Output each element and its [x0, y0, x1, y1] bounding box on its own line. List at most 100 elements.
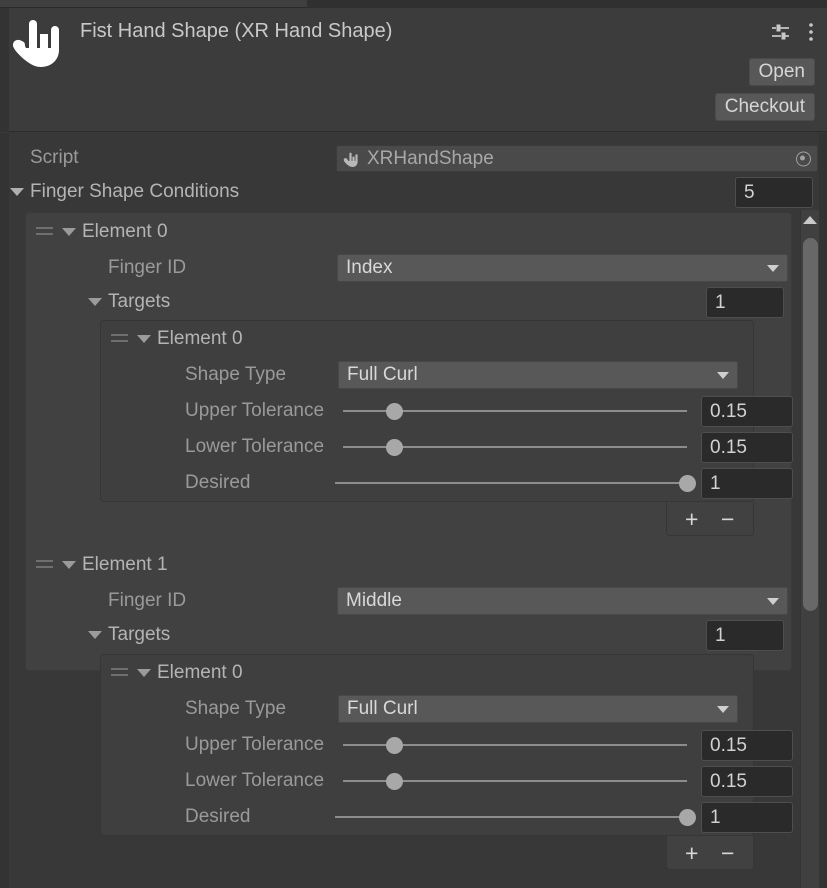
- finger-id-dropdown[interactable]: Middle: [337, 587, 788, 615]
- upper-tolerance-label: Upper Tolerance: [185, 400, 325, 421]
- targets-label: Targets: [108, 291, 171, 312]
- slider-knob[interactable]: [678, 809, 696, 826]
- finger-id-row: Finger ID Middle: [26, 584, 791, 618]
- slider-knob[interactable]: [386, 737, 404, 754]
- lower-tolerance-slider[interactable]: [343, 772, 687, 790]
- finger-id-dropdown[interactable]: Index: [337, 254, 788, 282]
- vertical-scrollbar[interactable]: [800, 210, 819, 888]
- upper-tolerance-slider[interactable]: [343, 736, 687, 754]
- scrollbar-thumb[interactable]: [803, 238, 818, 611]
- slider-knob[interactable]: [386, 439, 404, 456]
- shape-type-dropdown[interactable]: Full Curl: [338, 361, 738, 389]
- desired-label: Desired: [185, 806, 251, 827]
- page-title: Fist Hand Shape (XR Hand Shape): [80, 20, 393, 42]
- preset-sliders-icon[interactable]: [770, 21, 792, 43]
- drag-handle-icon[interactable]: [111, 668, 128, 678]
- script-object-field[interactable]: XRHandShape: [336, 145, 818, 172]
- chevron-down-icon: [767, 598, 779, 605]
- targets-count[interactable]: 1: [706, 620, 784, 651]
- tab-strip-empty: [307, 0, 827, 8]
- hand-horns-icon: [7, 12, 71, 76]
- upper-tolerance-row: Upper Tolerance 0.15: [101, 393, 793, 429]
- drag-handle-icon[interactable]: [111, 334, 128, 344]
- minus-icon[interactable]: −: [721, 507, 734, 530]
- shape-type-label: Shape Type: [185, 698, 287, 719]
- lower-tolerance-slider[interactable]: [343, 438, 687, 456]
- inspector-header: Fist Hand Shape (XR Hand Shape) Open Che…: [0, 8, 827, 132]
- targets-foldout[interactable]: [88, 631, 102, 639]
- targets-label: Targets: [108, 624, 171, 645]
- desired-slider[interactable]: [335, 474, 696, 492]
- targets-list-footer: + −: [666, 836, 754, 870]
- desired-row: Desired 1: [101, 465, 793, 501]
- desired-value[interactable]: 1: [701, 802, 793, 833]
- lower-tolerance-label: Lower Tolerance: [185, 770, 325, 791]
- desired-value[interactable]: 1: [701, 468, 793, 499]
- element-0-label: Element 0: [82, 221, 168, 242]
- shape-type-value: Full Curl: [347, 698, 418, 719]
- tab-inspector-active[interactable]: [0, 0, 307, 8]
- drag-handle-icon[interactable]: [36, 227, 53, 237]
- list-item[interactable]: Element 0: [101, 321, 753, 357]
- lower-tolerance-value[interactable]: 0.15: [701, 432, 793, 463]
- shape-type-dropdown[interactable]: Full Curl: [338, 695, 738, 723]
- script-label: Script: [30, 147, 79, 168]
- element-0-foldout[interactable]: [62, 228, 76, 236]
- open-button[interactable]: Open: [748, 58, 815, 86]
- shape-type-row: Shape Type Full Curl: [101, 357, 753, 393]
- finger-shape-conditions-foldout[interactable]: [10, 188, 24, 196]
- slider-knob[interactable]: [678, 475, 696, 492]
- desired-slider[interactable]: [335, 808, 696, 826]
- minus-icon[interactable]: −: [721, 841, 734, 864]
- plus-icon[interactable]: +: [685, 841, 698, 864]
- finger-shape-conditions-list: Element 0 Finger ID Index Targets 1 Elem…: [25, 212, 793, 870]
- slider-knob[interactable]: [386, 403, 404, 420]
- element-1-label: Element 1: [82, 554, 168, 575]
- script-row: Script XRHandShape: [0, 141, 818, 175]
- list-item[interactable]: Element 0: [101, 655, 753, 691]
- script-value: XRHandShape: [367, 147, 494, 169]
- finger-id-label: Finger ID: [108, 257, 187, 278]
- object-picker-icon[interactable]: [796, 151, 811, 166]
- targets-row: Targets 1: [26, 618, 791, 652]
- target-0-label: Element 0: [157, 662, 243, 683]
- shape-type-label: Shape Type: [185, 364, 287, 385]
- upper-tolerance-slider[interactable]: [343, 402, 687, 420]
- target-0-foldout[interactable]: [137, 335, 151, 343]
- checkout-button[interactable]: Checkout: [714, 93, 815, 121]
- slider-track: [335, 816, 687, 818]
- inspector-body: Script XRHandShape Finger Shape Conditio…: [0, 133, 827, 888]
- kebab-menu-icon[interactable]: [803, 21, 819, 43]
- slider-track: [335, 482, 687, 484]
- finger-id-value: Index: [346, 257, 393, 278]
- caret-up-icon[interactable]: [803, 216, 817, 224]
- upper-tolerance-label: Upper Tolerance: [185, 734, 325, 755]
- target-0-label: Element 0: [157, 328, 243, 349]
- body-right-edge: [819, 133, 827, 888]
- targets-foldout[interactable]: [88, 298, 102, 306]
- finger-shape-conditions-count[interactable]: 5: [735, 177, 813, 208]
- lower-tolerance-row: Lower Tolerance 0.15: [101, 763, 793, 799]
- tab-strip: [0, 0, 827, 8]
- element-1-foldout[interactable]: [62, 561, 76, 569]
- target-0-foldout[interactable]: [137, 669, 151, 677]
- targets-list: Element 0 Shape Type Full Curl Upper Tol…: [100, 654, 793, 836]
- chevron-down-icon: [717, 706, 729, 713]
- finger-shape-conditions-label: Finger Shape Conditions: [30, 181, 240, 202]
- plus-icon[interactable]: +: [685, 507, 698, 530]
- list-item[interactable]: Element 0: [26, 213, 791, 251]
- finger-id-value: Middle: [346, 590, 402, 611]
- upper-tolerance-value[interactable]: 0.15: [701, 396, 793, 427]
- chevron-down-icon: [767, 265, 779, 272]
- upper-tolerance-value[interactable]: 0.15: [701, 730, 793, 761]
- drag-handle-icon[interactable]: [36, 560, 53, 570]
- slider-knob[interactable]: [386, 773, 404, 790]
- shape-type-row: Shape Type Full Curl: [101, 691, 753, 727]
- lower-tolerance-value[interactable]: 0.15: [701, 766, 793, 797]
- targets-list-footer: + −: [666, 502, 754, 536]
- list-item[interactable]: Element 1: [26, 546, 791, 584]
- upper-tolerance-row: Upper Tolerance 0.15: [101, 727, 793, 763]
- targets-count[interactable]: 1: [706, 287, 784, 318]
- finger-shape-conditions-row: Finger Shape Conditions 5: [0, 175, 818, 209]
- finger-id-label: Finger ID: [108, 590, 187, 611]
